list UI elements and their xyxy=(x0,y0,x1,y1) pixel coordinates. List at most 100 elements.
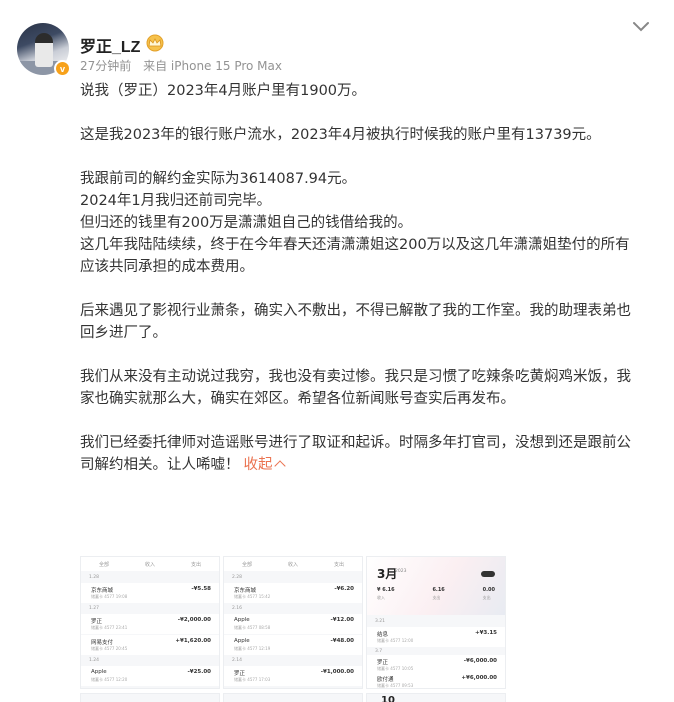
transaction-name: 网易支付 xyxy=(91,640,114,646)
transaction-name: Apple xyxy=(234,617,250,623)
transaction-name: 罗正 xyxy=(377,660,389,666)
transaction-row: 网易支付 储蓄卡 4577 20:45 +¥1,620.00 xyxy=(81,635,219,655)
post-line: 应该共同承担的成本费用。 xyxy=(80,259,254,275)
post-line: 家也确实就那么大，确实在郊区。希望各位新闻账号查实后再发布。 xyxy=(80,391,515,407)
post-line-text: 司解约相关。让人唏嘘！ xyxy=(80,457,240,473)
username[interactable]: 罗正_LZ xyxy=(80,33,140,57)
post-line: 2024年1月我归还前司完毕。 xyxy=(80,193,272,209)
thumbnail-date: 1.27 xyxy=(89,606,100,611)
collapse-label: 收起 xyxy=(243,457,273,473)
post-time: 27分钟前 xyxy=(80,59,132,73)
thumbnail-date: 3.7 xyxy=(375,649,383,654)
image-thumbnail[interactable]: 全部 收入 支出 2.28 京东商城 储蓄卡 4577 15:42 -¥6.20… xyxy=(223,556,363,689)
transaction-name: Apple xyxy=(91,669,107,675)
image-thumbnail[interactable]: 全部 收入 支出 1.28 京东商城 储蓄卡 4577 19:08 -¥5.58… xyxy=(80,556,220,689)
thumbnail-date: 2.28 xyxy=(232,575,243,580)
year-label: 2023 xyxy=(395,569,407,574)
post-source: 来自 iPhone 15 Pro Max xyxy=(143,59,282,73)
verified-badge-icon: v xyxy=(54,60,71,77)
transaction-row: 结息 储蓄卡 4577 12:00 +¥3.15 xyxy=(367,627,505,647)
transaction-amount: -¥1,000.00 xyxy=(320,669,354,675)
post-meta: 27分钟前 来自 iPhone 15 Pro Max xyxy=(80,57,290,74)
stat: 6.16 支出 xyxy=(432,587,445,600)
transaction-sub: 储蓄卡 4577 17:03 xyxy=(234,677,271,682)
month-stats: ¥ 6.16 收入 6.16 支出 0.00 支出 xyxy=(377,587,495,601)
transaction-amount: +¥6,000.00 xyxy=(461,675,497,681)
post-line: 回乡进厂了。 xyxy=(80,325,167,341)
thumbnail-tab: 支出 xyxy=(190,561,201,568)
post-line-last: 司解约相关。让人唏嘘！ 收起 xyxy=(80,454,650,476)
transaction-sub: 储蓄卡 4577 20:45 xyxy=(91,646,128,651)
post-line: 这是我2023年的银行账户流水，2023年4月被执行时候我的账户里有13739元… xyxy=(80,127,601,143)
transaction-amount: -¥6.20 xyxy=(334,586,354,592)
post-line: 后来遇见了影视行业萧条，确实入不敷出，不得已解散了我的工作室。我的助理表弟也 xyxy=(80,303,631,319)
transaction-row: 罗正 储蓄卡 4577 17:03 -¥1,000.00 xyxy=(224,666,362,686)
image-thumbnail[interactable] xyxy=(223,693,363,702)
post-line: 但归还的钱里有200万是潇潇姐自己的钱借给我的。 xyxy=(80,215,413,231)
month-label: 10 xyxy=(381,695,395,702)
transaction-sub: 储蓄卡 4577 08:58 xyxy=(234,625,271,630)
avatar-person xyxy=(35,33,53,67)
transaction-amount: -¥2,000.00 xyxy=(177,617,211,623)
thumbnail-tab: 收入 xyxy=(287,561,298,568)
thumbnail-tabs: 全部 收入 支出 xyxy=(224,557,362,571)
transaction-name: 罗正 xyxy=(234,671,246,677)
post-body: 说我（罗正）2023年4月账户里有1900万。 这是我2023年的银行账户流水，… xyxy=(80,80,650,476)
thumbnail-date: 2.16 xyxy=(232,606,243,611)
transaction-row: Apple 储蓄卡 4577 12:19 -¥48.00 xyxy=(224,635,362,655)
post-line: 说我（罗正）2023年4月账户里有1900万。 xyxy=(80,83,367,99)
transaction-row: Apple 储蓄卡 4577 08:58 -¥12.00 xyxy=(224,614,362,634)
toggle-pill xyxy=(481,571,495,577)
transaction-name: 京东商城 xyxy=(234,588,257,594)
post-line: 我跟前司的解约金实际为3614087.94元。 xyxy=(80,171,357,187)
thumbnail-date: 3.21 xyxy=(375,619,386,624)
chevron-down-icon[interactable] xyxy=(632,20,650,34)
avatar[interactable]: v xyxy=(17,23,71,77)
transaction-amount: -¥25.00 xyxy=(187,669,211,675)
image-thumbnail[interactable]: 3月 2023 ¥ 6.16 收入 6.16 支出 0.00 支出 3.21 结息 储… xyxy=(366,556,506,689)
transaction-row: 京东商城 储蓄卡 4577 19:08 -¥5.58 xyxy=(81,583,219,603)
thumbnail-tabs: 全部 收入 支出 xyxy=(81,557,219,571)
collapse-button[interactable]: 收起 xyxy=(243,457,286,473)
thumbnail-tab: 收入 xyxy=(144,561,155,568)
image-thumbnail[interactable]: 10 xyxy=(366,693,506,702)
transaction-row: 欧付通 储蓄卡 4577 09:53 +¥6,000.00 xyxy=(367,672,505,688)
vip-crown-icon xyxy=(146,34,164,52)
transaction-name: 京东商城 xyxy=(91,588,114,594)
thumbnail-tab: 支出 xyxy=(333,561,344,568)
transaction-amount: -¥6,000.00 xyxy=(463,658,497,664)
transaction-amount: -¥5.58 xyxy=(191,586,211,592)
transaction-sub: 储蓄卡 4577 23:41 xyxy=(91,625,128,630)
transaction-name: 罗正 xyxy=(91,619,103,625)
post-line: 我们已经委托律师对造谣账号进行了取证和起诉。时隔多年打官司，没想到还是跟前公 xyxy=(80,435,631,451)
transaction-amount: -¥48.00 xyxy=(330,638,354,644)
transaction-name: Apple xyxy=(234,638,250,644)
transaction-sub: 储蓄卡 4577 12:20 xyxy=(91,677,128,682)
post-line: 我们从来没有主动说过我穷，我也没有卖过惨。我只是习惯了吃辣条吃黄焖鸡米饭，我 xyxy=(80,369,631,385)
chevron-up-icon xyxy=(273,460,286,472)
transaction-sub: 储蓄卡 4577 12:19 xyxy=(234,646,271,651)
transaction-sub: 储蓄卡 4577 15:42 xyxy=(234,594,271,599)
stat: 0.00 支出 xyxy=(482,587,495,600)
transaction-row: 京东商城 储蓄卡 4577 15:42 -¥6.20 xyxy=(224,583,362,603)
transaction-name: 欧付通 xyxy=(377,677,394,683)
post-line: 这几年我陆陆续续，终于在今年春天还清潇潇姐这200万以及这几年潇潇姐垫付的所有 xyxy=(80,237,630,253)
month-summary: 3月 2023 ¥ 6.16 收入 6.16 支出 0.00 支出 xyxy=(367,557,505,615)
image-thumbnail[interactable] xyxy=(80,693,220,702)
stat: ¥ 6.16 收入 xyxy=(377,587,395,600)
thumbnail-tab: 全部 xyxy=(98,561,109,568)
thumbnail-date: 1.24 xyxy=(89,658,100,663)
thumbnail-date: 2.14 xyxy=(232,658,243,663)
thumbnail-tab: 全部 xyxy=(241,561,252,568)
transaction-amount: +¥1,620.00 xyxy=(175,638,211,644)
transaction-row: 罗正 储蓄卡 4577 23:41 -¥2,000.00 xyxy=(81,614,219,634)
transaction-sub: 储蓄卡 4577 12:00 xyxy=(377,638,414,643)
transaction-sub: 储蓄卡 4577 09:53 xyxy=(377,683,414,688)
transaction-name: 结息 xyxy=(377,632,389,638)
image-grid: 全部 收入 支出 1.28 京东商城 储蓄卡 4577 19:08 -¥5.58… xyxy=(80,556,510,702)
transaction-row: Apple 储蓄卡 4577 12:20 -¥25.00 xyxy=(81,666,219,686)
post-header: v 罗正_LZ 27分钟前 来自 iPhone 15 Pro Max xyxy=(0,0,674,80)
transaction-sub: 储蓄卡 4577 19:08 xyxy=(91,594,128,599)
transaction-amount: +¥3.15 xyxy=(474,630,497,636)
transaction-amount: -¥12.00 xyxy=(330,617,354,623)
